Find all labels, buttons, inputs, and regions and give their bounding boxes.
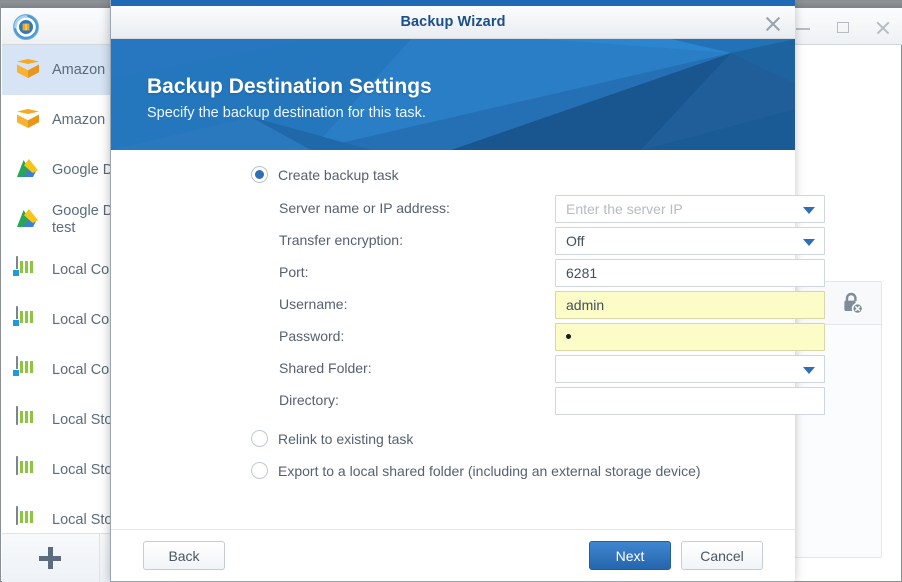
- screen: Amazon Amazon Google D: [0, 0, 902, 582]
- radio-indicator: [251, 462, 268, 479]
- field-label: Directory:: [279, 392, 339, 408]
- local-storage-icon: [16, 457, 42, 483]
- password-input[interactable]: [555, 323, 825, 351]
- maximize-icon[interactable]: [832, 17, 854, 39]
- local-server-icon: [16, 307, 42, 333]
- backup-app-icon: [12, 13, 40, 41]
- minimize-icon[interactable]: [792, 17, 814, 39]
- local-storage-icon: [16, 407, 42, 433]
- field-directory: Directory:: [279, 387, 825, 415]
- field-shared-folder: Shared Folder:: [279, 355, 825, 383]
- dialog-titlebar: Backup Wizard: [111, 6, 795, 39]
- server-name-input[interactable]: Enter the server IP: [555, 195, 825, 223]
- sidebar-item-label: Local Sto: [52, 412, 112, 429]
- lock-disabled-icon: [839, 290, 865, 316]
- dialog-footer: Back Next Cancel: [111, 529, 795, 581]
- chevron-down-icon: [803, 207, 815, 214]
- dialog-banner: Backup Destination Settings Specify the …: [111, 39, 795, 150]
- amazon-glacier-icon: [16, 107, 42, 133]
- username-input[interactable]: admin: [555, 291, 825, 319]
- banner-subheading: Specify the backup destination for this …: [147, 105, 426, 121]
- backup-wizard-dialog: Backup Wizard Backup Destination Setting…: [110, 0, 794, 582]
- field-port: Port: 6281: [279, 259, 825, 287]
- field-transfer-encryption: Transfer encryption: Off: [279, 227, 825, 255]
- back-button[interactable]: Back: [143, 541, 225, 570]
- local-server-icon: [16, 257, 42, 283]
- field-label: Port:: [279, 264, 309, 280]
- field-label: Password:: [279, 328, 344, 344]
- radio-label: Export to a local shared folder (includi…: [278, 463, 701, 479]
- radio-label: Relink to existing task: [278, 431, 413, 447]
- dialog-title: Backup Wizard: [111, 14, 795, 30]
- sidebar-item-label: Google D: [52, 162, 113, 179]
- field-label: Server name or IP address:: [279, 200, 450, 216]
- radio-indicator: [251, 166, 268, 183]
- next-button[interactable]: Next: [589, 541, 671, 570]
- cancel-button[interactable]: Cancel: [681, 541, 763, 570]
- banner-heading: Backup Destination Settings: [147, 75, 432, 99]
- radio-label: Create backup task: [278, 167, 399, 183]
- shared-folder-select[interactable]: [555, 355, 825, 383]
- field-password: Password:: [279, 323, 825, 351]
- close-icon[interactable]: [872, 17, 894, 39]
- field-label: Shared Folder:: [279, 360, 372, 376]
- field-label: Transfer encryption:: [279, 232, 403, 248]
- radio-create-backup-task[interactable]: Create backup task: [251, 166, 399, 183]
- field-label: Username:: [279, 296, 347, 312]
- sidebar-item-label: Local Co: [52, 362, 109, 379]
- google-drive-icon: [16, 157, 42, 183]
- transfer-encryption-select[interactable]: Off: [555, 227, 825, 255]
- plus-icon: [39, 547, 61, 569]
- radio-export-local-shared-folder[interactable]: Export to a local shared folder (includi…: [251, 462, 701, 479]
- chevron-down-icon: [803, 367, 815, 374]
- dialog-body: Create backup task Server name or IP add…: [111, 150, 795, 531]
- local-server-icon: [16, 357, 42, 383]
- radio-indicator: [251, 430, 268, 447]
- window-controls: [792, 17, 894, 39]
- field-username: Username: admin: [279, 291, 825, 319]
- sidebar-item-label: Amazon: [52, 62, 105, 79]
- field-server-name: Server name or IP address: Enter the ser…: [279, 195, 825, 223]
- google-drive-icon: [16, 207, 42, 233]
- sidebar-item-label: Local Co: [52, 262, 109, 279]
- radio-relink-existing-task[interactable]: Relink to existing task: [251, 430, 413, 447]
- port-input[interactable]: 6281: [555, 259, 825, 287]
- sidebar-item-label: Google D test: [52, 203, 113, 237]
- directory-input[interactable]: [555, 387, 825, 415]
- local-storage-icon: [16, 507, 42, 533]
- add-backup-task-button[interactable]: [2, 534, 100, 582]
- sidebar-item-label: Local Co: [52, 312, 109, 329]
- close-icon[interactable]: [763, 14, 783, 34]
- amazon-glacier-icon: [16, 57, 42, 83]
- password-masked-char: [566, 334, 571, 339]
- sidebar-item-label: Local Sto: [52, 462, 112, 479]
- sidebar-item-label: Local Sto: [52, 512, 112, 529]
- sidebar-item-label: Amazon: [52, 112, 105, 129]
- chevron-down-icon: [803, 239, 815, 246]
